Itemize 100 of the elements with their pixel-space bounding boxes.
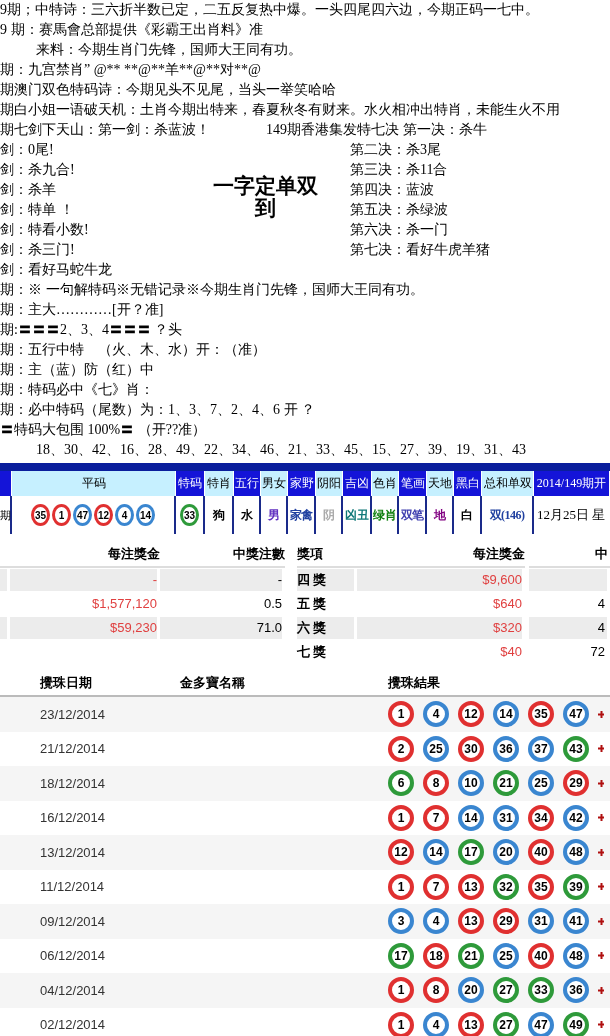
number-ball: 36 (493, 735, 519, 762)
number-ball: 17 (388, 942, 414, 969)
number-ball: 13 (458, 873, 484, 900)
number-ball: 20 (458, 977, 484, 1004)
text-line: 剑：特看小数! (0, 221, 90, 239)
plus-icon[interactable] (598, 952, 604, 960)
text-line: 9期；中特诗：三六折半数已定，二五反复热中爆。一头四尾四六边，今期正码一七中。 (0, 1, 540, 19)
plus-icon[interactable] (598, 814, 604, 822)
text-line: 第三决：杀11合 (350, 161, 449, 179)
table-cell-text: 11/12/2014 (40, 878, 105, 896)
table-cell: $59,230 (10, 617, 157, 639)
table-cell-text: $640 (492, 595, 522, 613)
text-line: 期：九宫禁肖” @** **@**羊**@**对**@ (0, 61, 262, 79)
number-ball: 8 (423, 977, 449, 1004)
number-ball: 4 (423, 908, 449, 935)
number-ball: 4 (423, 701, 449, 728)
text-line: 期：主（蓝）防（红）中 (0, 361, 155, 379)
plus-icon[interactable] (598, 779, 604, 787)
number-ball: 1 (388, 701, 414, 728)
table-cell-text: 09/12/2014 (40, 912, 106, 931)
text-line: 第五决：杀绿波 (350, 201, 449, 219)
text-line: 第六决：杀一门 (350, 221, 449, 239)
number-ball: 29 (563, 770, 589, 797)
header-cell: 天地 (427, 471, 454, 496)
header-cell: 特肖 (205, 471, 234, 496)
number-ball: 4 (115, 504, 134, 526)
text-line: 18、30、42、16、28、49、22、34、46、21、33、45、15、27、39、19、31、43 (35, 441, 527, 459)
number-ball: 14 (136, 504, 155, 526)
number-ball: 42 (563, 804, 589, 831)
table-cell-text: 凶丑 (345, 507, 368, 524)
table-cell-text: 双笔 (400, 507, 424, 524)
text-line: 第二决：杀3尾 (350, 141, 442, 159)
table-cell-text: 绿肖 (373, 507, 396, 524)
number-ball: 4 (423, 1011, 449, 1036)
plus-icon[interactable] (598, 710, 604, 718)
number-ball: 40 (528, 839, 554, 866)
table-cell: 4 (529, 617, 607, 639)
table-cell-text: 21/12/2014 (40, 740, 106, 758)
plus-icon[interactable] (598, 883, 604, 891)
number-ball: 35 (528, 701, 554, 728)
text-line: 期：特码必中《七》肖： (0, 381, 155, 399)
number-ball: 39 (563, 873, 589, 900)
text-line: 9 期：赛馬會总部提供《彩霸王出肖料》准 (0, 21, 264, 39)
text-line: 剑：杀三门! (0, 241, 76, 259)
table-cell: 71.0 (160, 617, 282, 639)
header-cell (0, 471, 12, 496)
table-cell-text: 家禽 (289, 507, 313, 524)
number-ball: 17 (458, 839, 484, 866)
plus-icon[interactable] (598, 848, 604, 856)
text-line: 期白小姐一语破天机：土肖今期出特来，春夏秋冬有财来。水火相冲出特肖，未能生火不用 (0, 101, 561, 119)
header-cell: 笔画 (399, 471, 427, 496)
number-ball: 47 (563, 701, 589, 728)
table-cell-text: 七 獎 (297, 643, 328, 661)
plus-icon[interactable] (598, 986, 604, 994)
number-ball: 1 (388, 873, 414, 900)
number-ball: 14 (458, 804, 484, 831)
table-cell-text: 02/12/2014 (40, 1016, 106, 1034)
number-ball: 32 (493, 873, 519, 900)
number-ball: 37 (528, 735, 554, 762)
table-cell: 六 獎 (297, 617, 354, 639)
table-cell-text: 23/12/2014 (40, 705, 106, 724)
text-line: 期：五行中特 （火、木、水）开：（准） (0, 341, 267, 359)
number-ball: 35 (31, 504, 50, 526)
text-line: 149期香港集发特七决 第一决：杀牛 (266, 121, 487, 139)
number-ball: 33 (528, 977, 554, 1004)
number-ball: 6 (388, 770, 414, 797)
number-ball: 14 (493, 701, 519, 728)
number-ball: 21 (493, 770, 519, 797)
header-cell: 吉凶 (343, 471, 372, 496)
number-ball: 27 (493, 977, 519, 1004)
table-cell-text: $40 (499, 643, 522, 661)
number-ball: 1 (388, 804, 414, 831)
number-ball: 8 (423, 770, 449, 797)
number-ball: 27 (493, 1011, 519, 1036)
text-line: 第七决：看好牛虎羊猪 (350, 241, 491, 259)
table-cell-text: 16/12/2014 (40, 809, 106, 827)
table-cell-text: 12月25日 星 (537, 506, 606, 525)
number-ball: 3 (388, 908, 414, 935)
text-line: 期：必中特码（尾数）为：1、3、7、2、4、6 开 ？ (0, 401, 316, 419)
table-cell-text: 18/12/2014 (40, 774, 106, 793)
table-cell-text: 男 (267, 507, 280, 524)
table-cell-text: 13/12/2014 (40, 843, 106, 862)
header-cell: 2014/149期开 (534, 471, 610, 496)
number-ball: 25 (493, 942, 519, 969)
number-ball: 25 (423, 735, 449, 762)
table-cell-text: 白 (461, 507, 473, 524)
plus-icon[interactable] (598, 745, 604, 753)
plus-icon[interactable] (598, 1021, 604, 1029)
table-cell: 四 獎 (297, 569, 354, 591)
table-cell-text: 04/12/2014 (40, 981, 106, 1000)
table-cell: $320 (357, 617, 522, 639)
text-line: 第四决：蓝波 (350, 181, 435, 199)
table-cell (0, 569, 7, 591)
table-cell: - (10, 569, 157, 591)
number-ball: 35 (528, 873, 554, 900)
table-cell-text: $1,577,120 (90, 595, 157, 613)
plus-icon[interactable] (598, 917, 604, 925)
table-cell: 期 (0, 496, 12, 534)
number-ball: 14 (423, 839, 449, 866)
header-cell: 男女 (261, 471, 288, 496)
